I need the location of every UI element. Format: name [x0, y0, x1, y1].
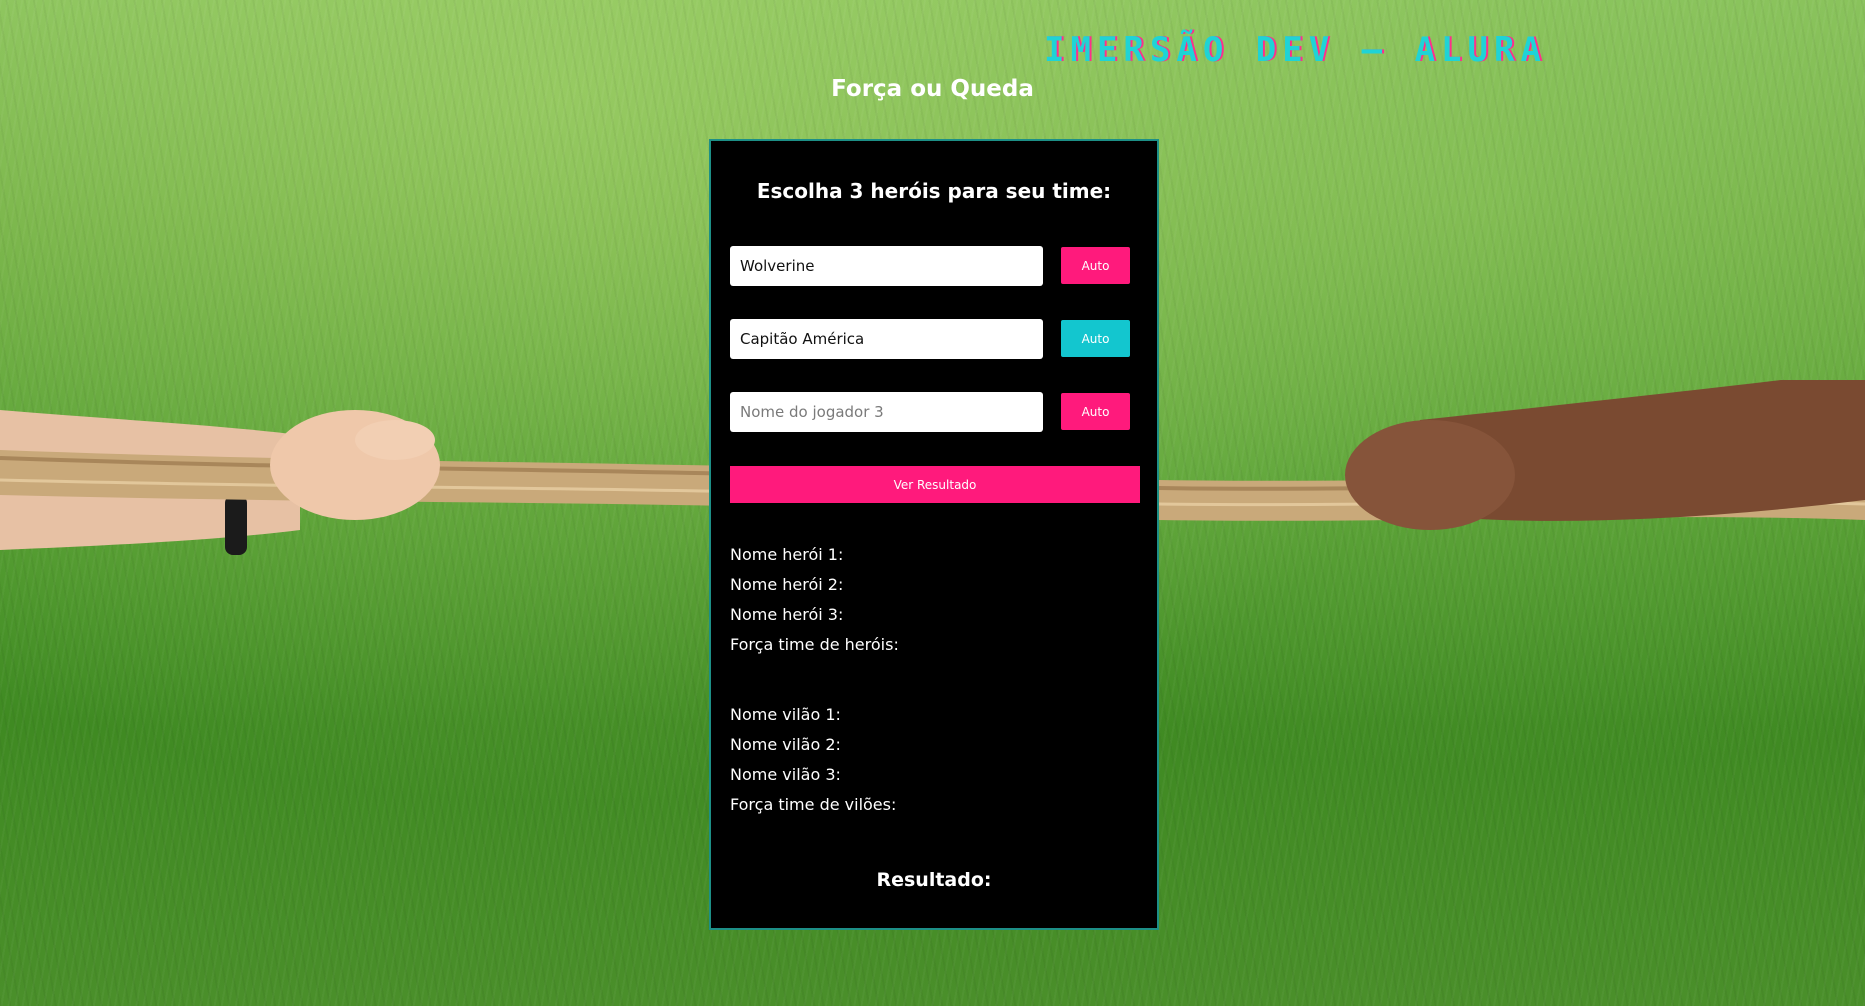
auto-button-3[interactable]: Auto	[1061, 393, 1130, 430]
player-2-input[interactable]	[730, 319, 1043, 359]
view-result-button[interactable]: Ver Resultado	[730, 466, 1140, 503]
auto-button-1[interactable]: Auto	[1061, 247, 1130, 284]
result-label: Resultado:	[876, 869, 992, 891]
hero-1-name: Nome herói 1:	[730, 545, 844, 564]
hero-2-name: Nome herói 2:	[730, 575, 844, 594]
hero-3-name: Nome herói 3:	[730, 605, 844, 624]
villain-3-name: Nome vilão 3:	[730, 765, 841, 784]
player-3-input[interactable]	[730, 392, 1043, 432]
player-3-row: Auto	[730, 392, 1140, 432]
villain-2-name: Nome vilão 2:	[730, 735, 841, 754]
panel-heading: Escolha 3 heróis para seu time:	[756, 179, 1112, 203]
auto-button-2[interactable]: Auto	[1061, 320, 1130, 357]
alura-logo: IMERSÃO DEV — ALURA	[1044, 30, 1547, 70]
team-selection-panel: Escolha 3 heróis para seu time: Auto Aut…	[709, 139, 1159, 930]
villain-team-strength: Força time de vilões:	[730, 795, 897, 814]
player-1-row: Auto	[730, 246, 1140, 286]
player-2-row: Auto	[730, 319, 1140, 359]
hero-team-strength: Força time de heróis:	[730, 635, 899, 654]
player-1-input[interactable]	[730, 246, 1043, 286]
page-title: Força ou Queda	[831, 76, 1034, 102]
villain-1-name: Nome vilão 1:	[730, 705, 841, 724]
